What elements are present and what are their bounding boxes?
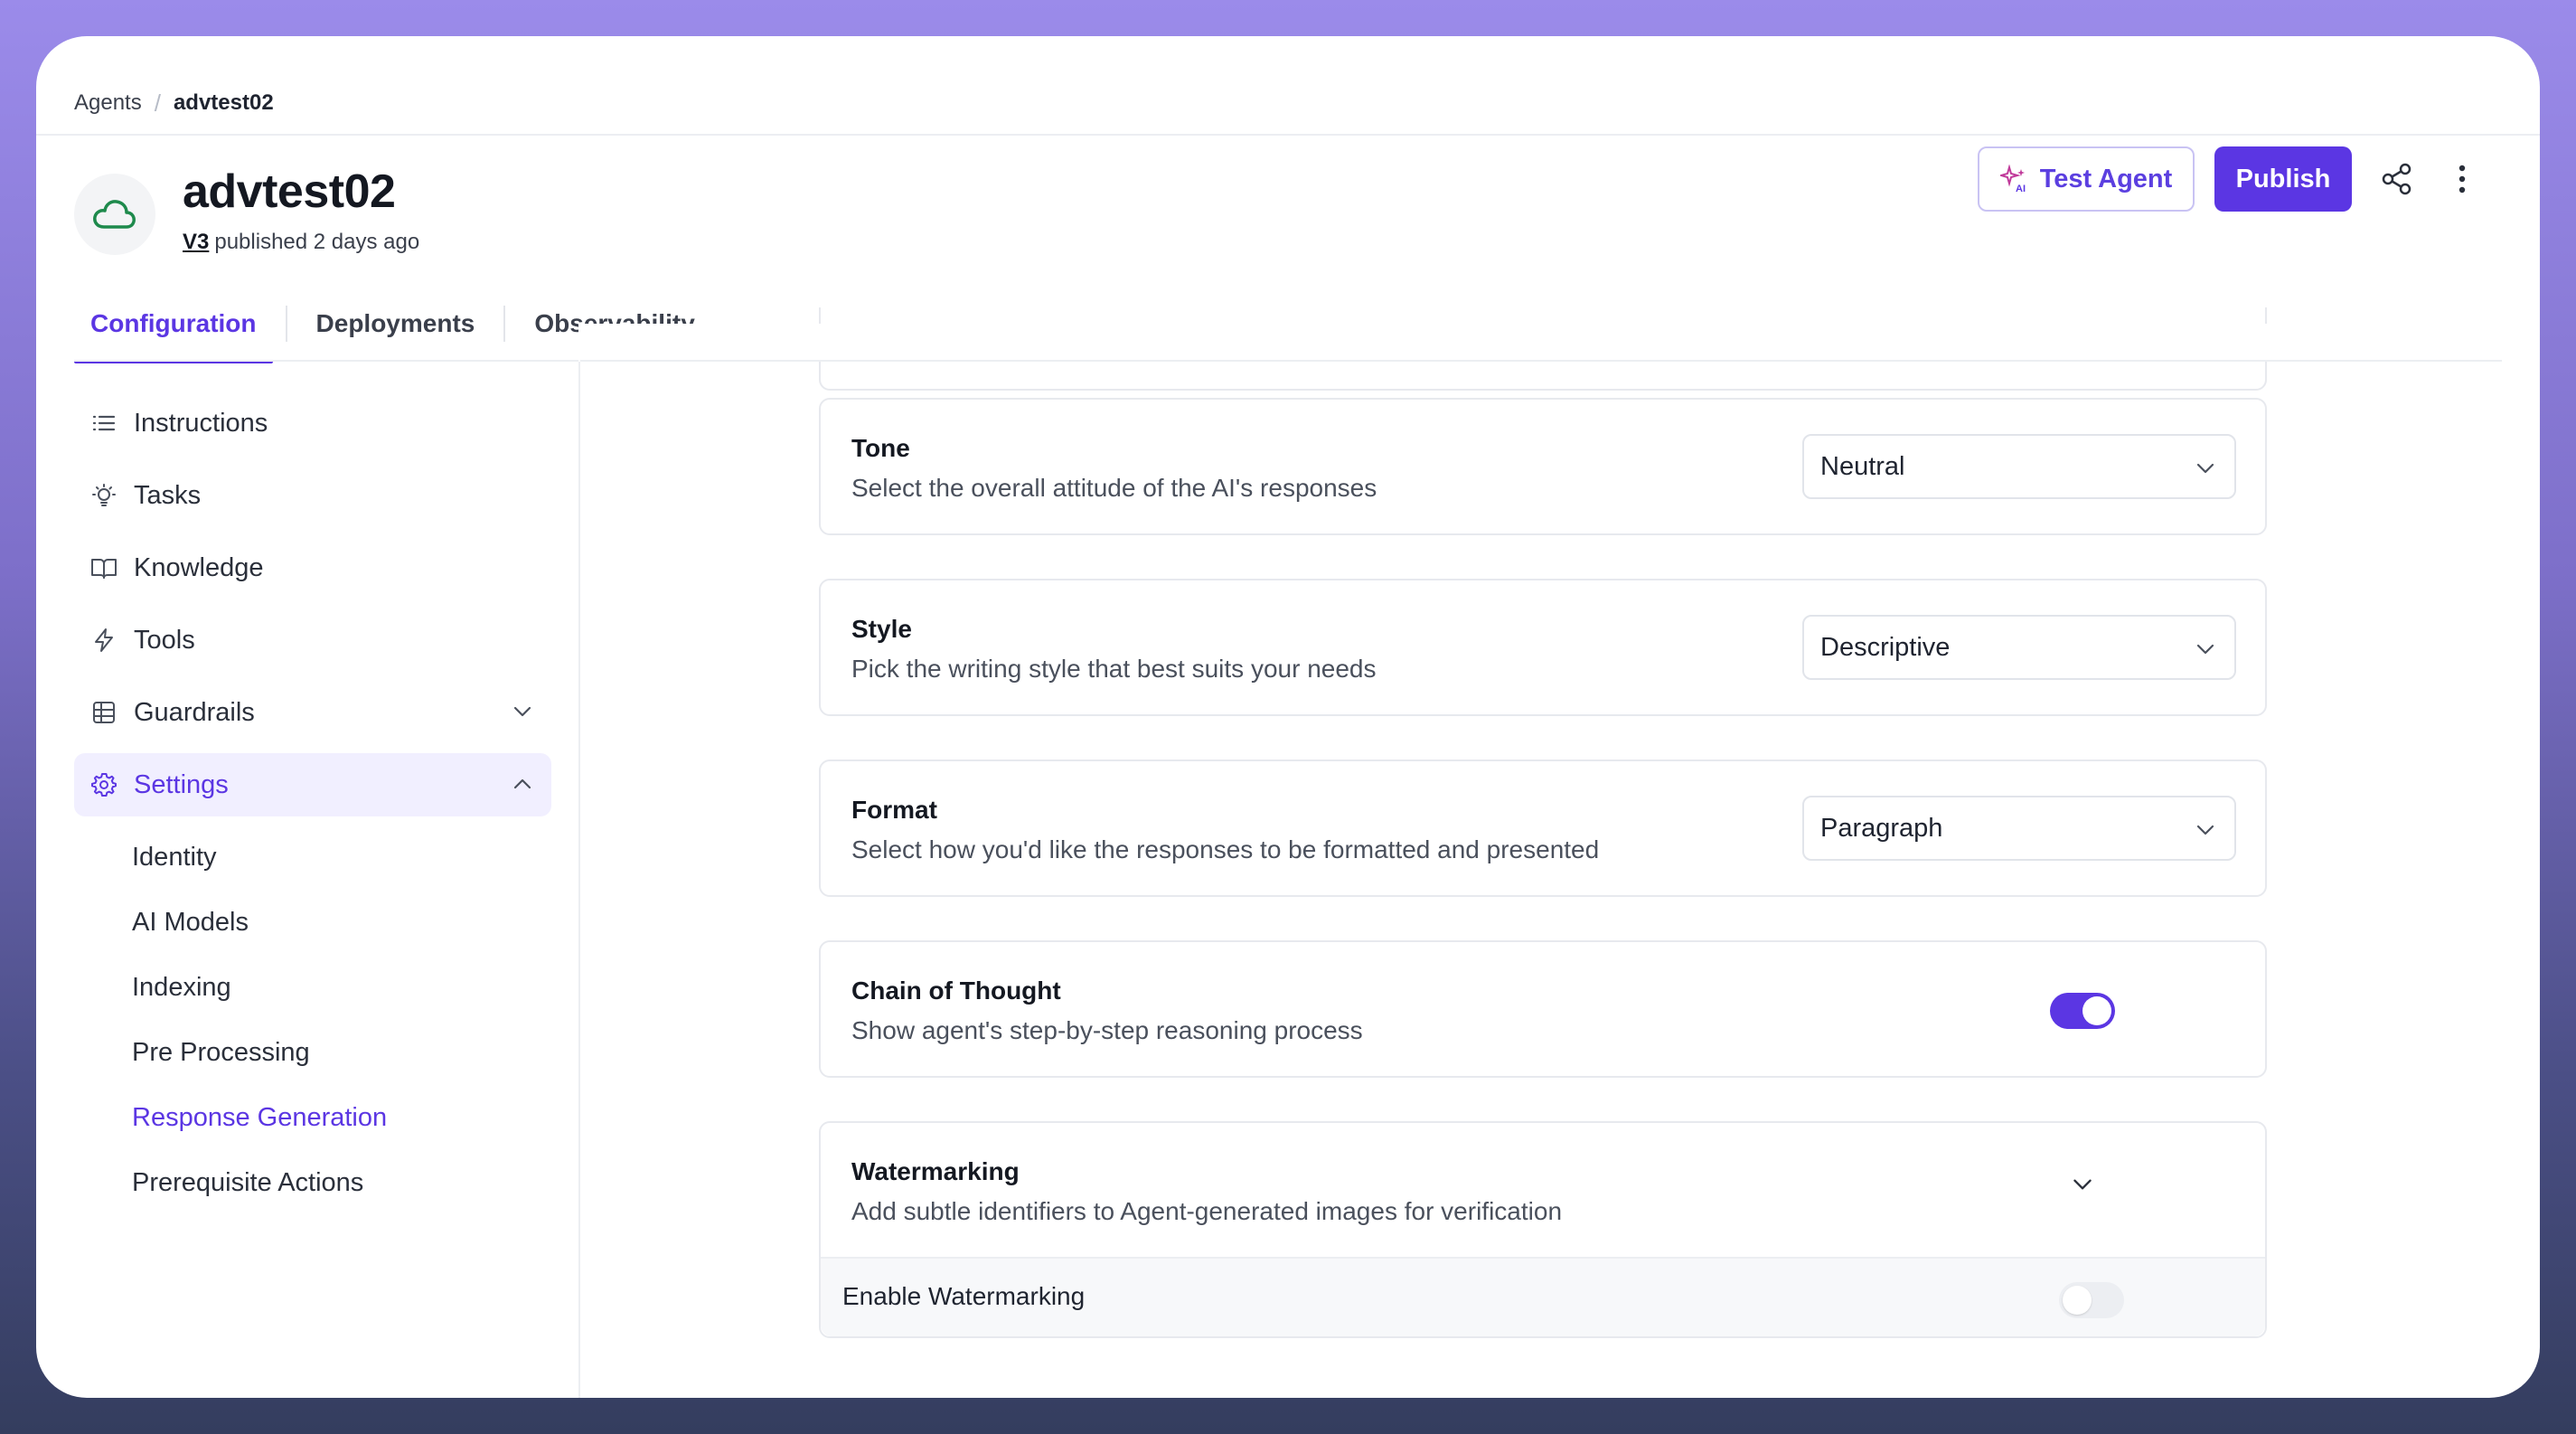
sidebar-item-knowledge[interactable]: Knowledge	[74, 536, 551, 599]
watermarking-expand-button[interactable]	[2061, 1163, 2104, 1206]
setting-description: Pick the writing style that best suits y…	[851, 655, 1377, 683]
test-agent-button[interactable]: AI Test Agent	[1978, 146, 2195, 212]
sidebar-item-instructions[interactable]: Instructions	[74, 392, 551, 455]
tab-divider	[285, 306, 287, 342]
bolt-icon	[89, 625, 119, 656]
divider	[580, 360, 2502, 362]
select-value: Neutral	[1820, 451, 1905, 481]
setting-title: Tone	[851, 434, 910, 462]
chevron-up-icon	[513, 778, 531, 789]
version-status: V3 published 2 days ago	[183, 230, 419, 255]
app-window: Agents / advtest02 advtest02 V3 published…	[36, 36, 2540, 1398]
publish-button[interactable]: Publish	[2214, 146, 2352, 212]
sidebar-item-label: Tools	[134, 625, 195, 655]
sidebar-item-settings[interactable]: Settings	[74, 753, 551, 816]
chain-of-thought-card: Chain of Thought Show agent's step-by-st…	[819, 940, 2267, 1078]
sidebar-item-guardrails[interactable]: Guardrails	[74, 681, 551, 744]
tone-select[interactable]: Neutral	[1802, 434, 2236, 499]
select-value: Paragraph	[1820, 813, 1943, 843]
chevron-down-icon	[2196, 825, 2214, 835]
publish-label: Publish	[2235, 164, 2331, 193]
version-link[interactable]: V3	[183, 230, 209, 254]
test-agent-label: Test Agent	[2039, 164, 2173, 193]
sidebar-item-tasks[interactable]: Tasks	[74, 464, 551, 527]
tab-configuration[interactable]: Configuration	[74, 286, 273, 363]
breadcrumb-current: advtest02	[173, 90, 274, 115]
setting-description: Add subtle identifiers to Agent-generate…	[851, 1197, 1563, 1225]
lightbulb-icon	[89, 480, 119, 511]
more-vertical-icon	[2458, 165, 2466, 193]
tone-setting-card: Tone Select the overall attitude of the …	[819, 398, 2267, 535]
chevron-down-icon	[2196, 463, 2214, 474]
book-icon	[89, 552, 119, 583]
tab-divider	[503, 306, 506, 342]
breadcrumb-agents-link[interactable]: Agents	[74, 90, 142, 116]
share-button[interactable]	[2372, 154, 2422, 204]
setting-title: Format	[851, 796, 937, 824]
divider	[36, 134, 2540, 136]
sidebar-item-label: Instructions	[134, 408, 268, 438]
chevron-down-icon	[2073, 1179, 2092, 1190]
sidebar-subitem-pre-processing[interactable]: Pre Processing	[132, 1033, 310, 1072]
chain-of-thought-toggle[interactable]	[2050, 993, 2115, 1029]
setting-title: Style	[851, 615, 912, 643]
setting-description: Select the overall attitude of the AI's …	[851, 474, 1377, 502]
cloud-icon	[93, 200, 136, 229]
format-select[interactable]: Paragraph	[1802, 796, 2236, 861]
grid-icon	[89, 697, 119, 728]
sidebar-item-label: Guardrails	[134, 697, 255, 727]
chevron-down-icon	[513, 706, 531, 717]
breadcrumb-separator: /	[154, 89, 161, 117]
watermarking-options: Enable Watermarking	[821, 1257, 2265, 1336]
style-setting-card: Style Pick the writing style that best s…	[819, 579, 2267, 716]
publish-status-text: published 2 days ago	[214, 230, 420, 254]
enable-watermarking-label: Enable Watermarking	[842, 1282, 1086, 1310]
sparkle-ai-icon: AI	[1999, 165, 2026, 193]
sidebar-item-label: Knowledge	[134, 552, 264, 582]
format-setting-card: Format Select how you'd like the respons…	[819, 759, 2267, 897]
page-title: advtest02	[183, 165, 396, 218]
tab-deployments[interactable]: Deployments	[300, 286, 492, 362]
sidebar-item-label: Tasks	[134, 480, 202, 510]
gear-icon	[89, 769, 119, 800]
sidebar-item-label: Settings	[134, 769, 229, 799]
breadcrumb: Agents / advtest02	[74, 85, 274, 121]
watermarking-card: Watermarking Add subtle identifiers to A…	[819, 1121, 2267, 1338]
sidebar-subitem-prerequisite-actions[interactable]: Prerequisite Actions	[132, 1163, 363, 1203]
svg-text:AI: AI	[2016, 184, 2026, 193]
list-icon	[89, 408, 119, 439]
chevron-down-icon	[2196, 644, 2214, 655]
divider	[578, 362, 580, 1398]
sidebar-subitem-identity[interactable]: Identity	[132, 837, 217, 877]
avatar	[74, 174, 155, 255]
select-value: Descriptive	[1820, 632, 1951, 662]
setting-title: Chain of Thought	[851, 976, 1061, 1005]
setting-title: Watermarking	[851, 1157, 1020, 1185]
scroll-mask	[578, 324, 2540, 362]
share-icon	[2382, 163, 2411, 195]
setting-description: Show agent's step-by-step reasoning proc…	[851, 1016, 1363, 1044]
sidebar-item-tools[interactable]: Tools	[74, 609, 551, 672]
style-select[interactable]: Descriptive	[1802, 615, 2236, 680]
sidebar-subitem-response-generation[interactable]: Response Generation	[132, 1098, 387, 1137]
sidebar-subitem-ai-models[interactable]: AI Models	[132, 902, 249, 942]
sidebar-subitem-indexing[interactable]: Indexing	[132, 967, 231, 1007]
enable-watermarking-toggle[interactable]	[2059, 1282, 2124, 1318]
setting-description: Select how you'd like the responses to b…	[851, 835, 1600, 863]
more-options-button[interactable]	[2437, 154, 2487, 204]
